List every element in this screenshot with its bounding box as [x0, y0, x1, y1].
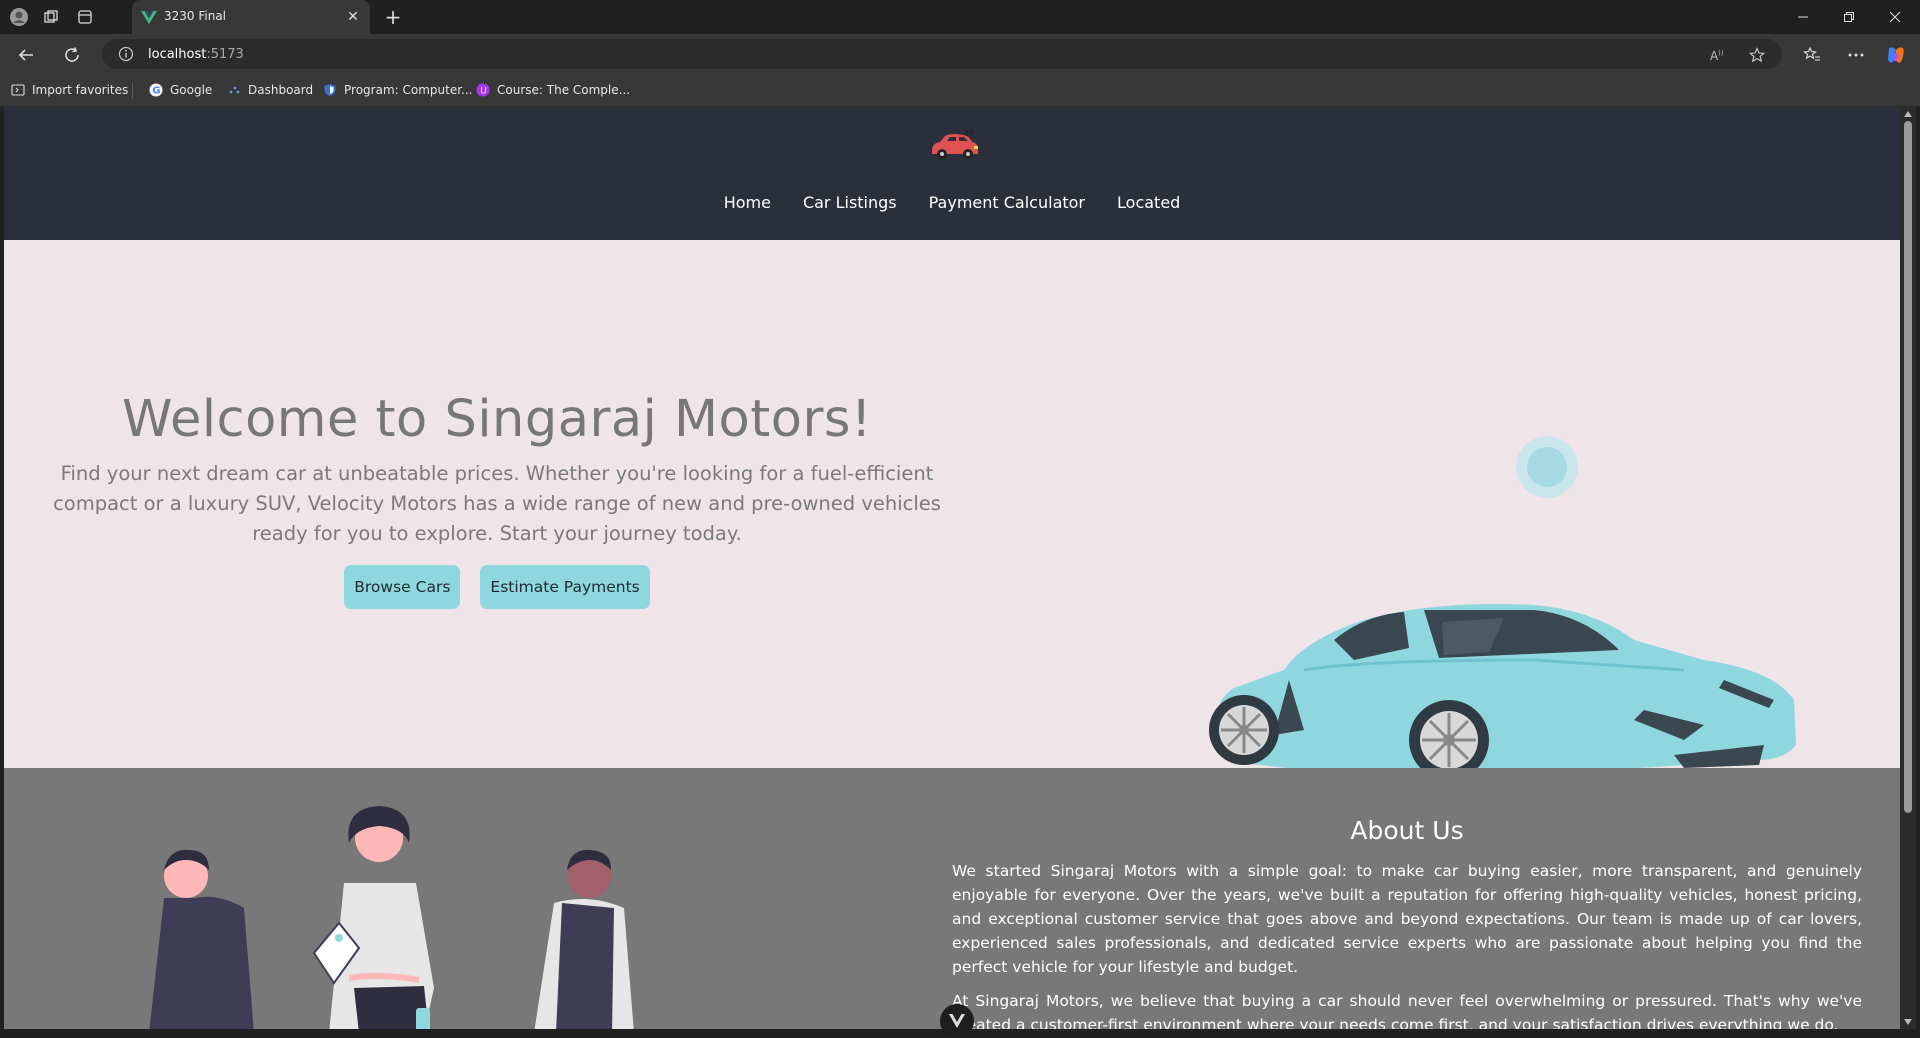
new-tab-icon[interactable]: +	[382, 5, 404, 29]
dashboard-icon	[226, 82, 242, 98]
favorites-icon[interactable]	[1800, 43, 1824, 67]
bookmark-label: Program: Computer...	[344, 83, 473, 97]
address-bar[interactable]: localhost:5173 A))	[102, 39, 1782, 69]
nav-car-listings-link[interactable]: Car Listings	[803, 193, 897, 212]
bookmark-label: Google	[170, 83, 213, 97]
about-section: About Us We started Singaraj Motors with…	[4, 768, 1900, 1029]
team-illustration	[149, 806, 634, 1029]
bookmark-dashboard[interactable]: Dashboard	[226, 80, 313, 100]
vue-devtools-button[interactable]	[940, 1004, 974, 1038]
hero-section: Welcome to Singaraj Motors! Find your ne…	[4, 240, 1900, 788]
hero-subtitle: Find your next dream car at unbeatable p…	[53, 462, 941, 545]
bookmark-google[interactable]: G Google	[148, 80, 212, 100]
favorite-star-icon[interactable]	[1748, 46, 1766, 64]
bookmark-import-favorites[interactable]: Import favorites	[10, 80, 128, 100]
workspaces-icon[interactable]	[40, 6, 62, 28]
about-paragraph-1: We started Singaraj Motors with a simple…	[952, 862, 1862, 976]
nav-home-link[interactable]: Home	[724, 193, 771, 212]
tab-actions-icon[interactable]	[74, 6, 96, 28]
car-logo-icon[interactable]	[928, 127, 982, 163]
copilot-icon[interactable]	[1884, 43, 1908, 67]
active-tab[interactable]: 3230 Final ✕	[132, 0, 370, 34]
hero-buttons: Browse Cars Estimate Payments	[42, 565, 952, 609]
profile-icon[interactable]	[8, 6, 30, 28]
import-icon	[10, 82, 26, 98]
bookmark-label: Import favorites	[32, 83, 129, 97]
nav-located-link[interactable]: Located	[1117, 193, 1180, 212]
svg-text:)): ))	[1718, 49, 1724, 57]
hero-text: Welcome to Singaraj Motors! Find your ne…	[42, 390, 952, 609]
sports-car-illustration	[1209, 604, 1796, 788]
svg-text:G: G	[152, 86, 160, 97]
page-viewport: Home Car Listings Payment Calculator Loc…	[4, 107, 1900, 1029]
bookmark-course[interactable]: U Course: The Comple...	[475, 80, 630, 100]
site-info-icon[interactable]	[118, 46, 134, 62]
shield-icon	[322, 82, 338, 98]
about-title: About Us	[1350, 816, 1464, 845]
person-right	[534, 849, 634, 1029]
google-icon: G	[148, 82, 164, 98]
tab-title: 3230 Final	[164, 9, 227, 23]
bookmark-label: Course: The Comple...	[497, 83, 631, 97]
page-scrollbar[interactable]	[1900, 107, 1916, 1029]
minimize-icon[interactable]	[1780, 0, 1826, 34]
bookmark-separator	[132, 83, 133, 99]
back-icon[interactable]	[14, 43, 38, 67]
vue-logo-icon	[949, 1014, 965, 1028]
browse-cars-button[interactable]: Browse Cars	[344, 565, 461, 609]
close-tab-icon[interactable]: ✕	[344, 8, 362, 26]
restore-icon[interactable]	[1826, 0, 1872, 34]
address-toolbar: localhost:5173 A))	[0, 34, 1920, 74]
about-content: About Us We started Singaraj Motors with…	[952, 816, 1862, 1029]
bookmark-label: Dashboard	[248, 83, 314, 97]
scrollbar-thumb[interactable]	[1904, 121, 1912, 813]
favorites-bar: Import favorites G Google Dashboard Prog…	[0, 74, 1920, 107]
estimate-payments-button[interactable]: Estimate Payments	[480, 565, 650, 609]
site-header: Home Car Listings Payment Calculator Loc…	[4, 107, 1900, 240]
udemy-icon: U	[475, 82, 491, 98]
bookmark-program[interactable]: Program: Computer...	[322, 80, 472, 100]
about-paragraph-2: At Singaraj Motors, we believe that buyi…	[952, 992, 1862, 1029]
svg-text:U: U	[480, 87, 487, 97]
read-aloud-icon[interactable]: A))	[1708, 46, 1726, 64]
scroll-up-icon[interactable]	[1904, 111, 1912, 117]
vue-favicon-icon	[141, 11, 157, 24]
refresh-icon[interactable]	[60, 43, 84, 67]
nav-payment-calculator-link[interactable]: Payment Calculator	[929, 193, 1085, 212]
hero-title: Welcome to Singaraj Motors!	[122, 390, 872, 449]
scroll-down-icon[interactable]	[1904, 1019, 1912, 1025]
main-nav: Home Car Listings Payment Calculator Loc…	[4, 193, 1900, 212]
browser-tab-strip: 3230 Final ✕ +	[0, 0, 1920, 34]
person-middle	[312, 806, 434, 1029]
more-menu-icon[interactable]	[1844, 43, 1868, 67]
decorative-circle	[1516, 436, 1578, 498]
close-window-icon[interactable]	[1872, 0, 1918, 34]
url-text: localhost:5173	[148, 47, 244, 62]
person-left	[149, 849, 254, 1029]
